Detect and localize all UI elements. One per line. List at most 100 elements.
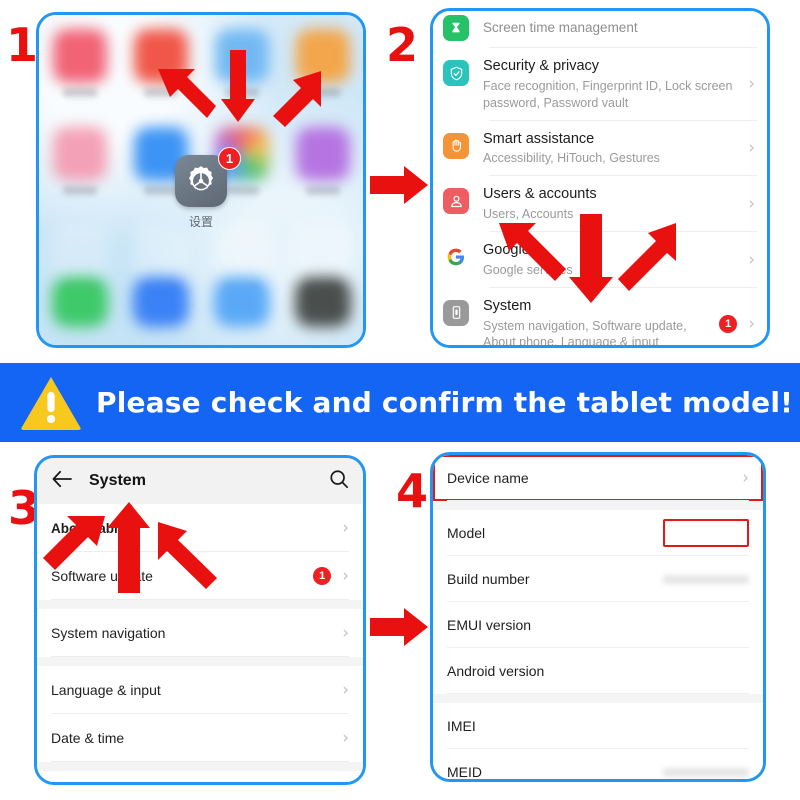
section-divider (37, 600, 363, 609)
app-label-blurred (305, 88, 340, 97)
list-item[interactable]: Users & accounts Users, Accounts › (433, 176, 767, 232)
notification-badge: 1 (313, 567, 332, 585)
home-app-icon[interactable] (210, 29, 274, 97)
list-item[interactable]: System System navigation, Software update… (433, 288, 767, 348)
chevron-right-icon: › (748, 249, 755, 270)
list-item[interactable]: Security & privacy Face recognition, Fing… (433, 48, 767, 121)
back-arrow-icon[interactable] (51, 470, 73, 493)
flow-arrow-top (370, 166, 428, 204)
app-icon-blurred (214, 29, 269, 83)
home-app-icon[interactable] (129, 29, 193, 97)
chevron-right-icon: › (748, 74, 755, 95)
about-item[interactable]: Device name › (433, 455, 763, 501)
app-icon-blurred (52, 29, 107, 83)
hourglass-icon (443, 15, 469, 41)
app-label-blurred (305, 186, 340, 195)
chevron-right-icon: › (748, 194, 755, 215)
search-icon[interactable] (329, 469, 349, 494)
list-item-title: Security & privacy (483, 58, 600, 74)
panel-system-page: System About tablet › Software update 1 › Sys… (34, 455, 366, 785)
panel-about-tablet: Device name › Model Build number EMUI versio… (430, 452, 766, 782)
chevron-right-icon: › (748, 138, 755, 159)
tutorial-sheet: 1 2 3 4 1 设置 Screen time management Secu… (0, 0, 800, 800)
shield-check-icon (443, 60, 469, 86)
home-app-icon[interactable] (48, 127, 112, 195)
user-icon (443, 188, 469, 215)
warning-banner-text: Please check and confirm the tablet mode… (96, 386, 800, 419)
chevron-right-icon: › (742, 468, 749, 488)
settings-rows: Security & privacy Face recognition, Fing… (433, 48, 767, 348)
section-divider (433, 694, 763, 703)
app-icon-blurred (52, 225, 107, 279)
about-item[interactable]: MEID (433, 749, 763, 779)
home-app-icon[interactable] (291, 29, 355, 97)
system-menu-item-label: Date & time (51, 730, 125, 746)
warning-triangle-icon (21, 376, 81, 430)
dock-app-icon[interactable] (132, 277, 189, 327)
home-app-icon[interactable] (48, 29, 112, 97)
google-g-icon (443, 244, 469, 271)
app-dock (39, 277, 363, 327)
section-divider (433, 501, 763, 510)
system-menu-item[interactable]: System navigation › (37, 609, 363, 657)
chevron-right-icon: › (342, 680, 349, 700)
system-menu-item[interactable]: Language & input › (37, 666, 363, 714)
step-number-1: 1 (6, 18, 39, 72)
model-value-highlight-box (663, 519, 749, 547)
about-item-label: EMUI version (447, 617, 532, 633)
about-item-label: IMEI (447, 718, 476, 734)
list-item-subtitle: System navigation, Software update, Abou… (483, 318, 687, 348)
about-item-value-redacted (663, 767, 749, 777)
app-icon-blurred (133, 29, 188, 83)
warning-banner: Please check and confirm the tablet mode… (0, 363, 800, 442)
chevron-right-icon: › (342, 728, 349, 748)
app-icon-blurred (295, 225, 350, 279)
list-item[interactable]: Smart assistance Accessibility, HiTouch, … (433, 121, 767, 177)
about-item[interactable]: EMUI version (433, 602, 763, 648)
settings-notification-badge: 1 (218, 147, 241, 170)
about-item[interactable]: Build number (433, 556, 763, 602)
section-divider (37, 657, 363, 666)
list-item-subtitle: Accessibility, HiTouch, Gestures (483, 151, 660, 166)
chevron-right-icon: › (748, 314, 755, 335)
app-icon-blurred (214, 225, 269, 279)
system-menu-item[interactable]: Software update 1 › (37, 552, 363, 600)
dock-app-icon[interactable] (294, 277, 351, 327)
system-menu-item[interactable]: Date & time › (37, 714, 363, 762)
about-tablet-list[interactable]: Device name › Model Build number EMUI versio… (433, 455, 763, 779)
list-item[interactable]: Google Google services › (433, 232, 767, 288)
app-bar: System (37, 458, 363, 504)
app-icon-blurred (133, 225, 188, 279)
dock-app-icon[interactable] (51, 277, 108, 327)
list-item-subtitle: Face recognition, Fingerprint ID, Lock s… (483, 78, 733, 110)
page-title: System (89, 472, 146, 489)
dock-app-icon[interactable] (213, 277, 270, 327)
chevron-right-icon: › (342, 566, 349, 586)
settings-list[interactable]: Screen time management Security & privac… (433, 11, 767, 345)
system-menu-list[interactable]: About tablet › Software update 1 › System nav… (37, 504, 363, 782)
panel-home-screen: 1 设置 (36, 12, 366, 348)
app-icon-blurred (295, 29, 350, 83)
chevron-right-icon: › (342, 518, 349, 538)
about-item[interactable]: Android version (433, 648, 763, 694)
about-item-label: Build number (447, 571, 530, 587)
settings-app-shortcut[interactable]: 1 设置 (169, 147, 241, 230)
system-menu-item-label: Language & input (51, 682, 161, 698)
step-number-4: 4 (396, 464, 429, 518)
system-menu-item-label: About tablet (51, 520, 130, 536)
about-item-value-redacted (663, 574, 749, 584)
about-item[interactable]: Model (433, 510, 763, 556)
list-item-title: System (483, 297, 532, 314)
about-item-label: Android version (447, 663, 545, 679)
step-number-2: 2 (386, 18, 419, 72)
system-menu-item[interactable]: Phone Clone› (37, 771, 363, 782)
flow-arrow-bottom (370, 608, 428, 646)
list-item-screen-time[interactable]: Screen time management (433, 11, 767, 48)
system-menu-item[interactable]: About tablet › (37, 504, 363, 552)
app-label-blurred (143, 88, 178, 97)
about-item[interactable]: IMEI (433, 703, 763, 749)
app-icon-blurred (295, 127, 350, 181)
home-screen-wallpaper: 1 设置 (39, 15, 363, 345)
home-app-icon[interactable] (291, 127, 355, 195)
settings-app-label: 设置 (188, 215, 213, 229)
